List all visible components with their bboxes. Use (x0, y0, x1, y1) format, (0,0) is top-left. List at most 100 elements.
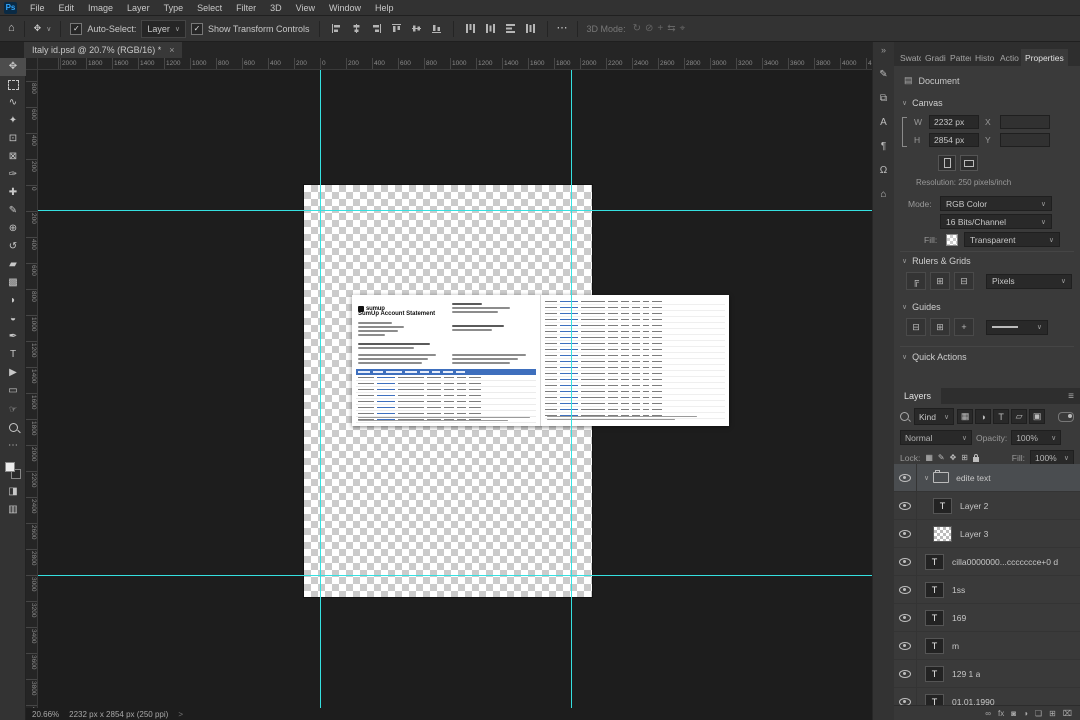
align-bottom-edges-icon[interactable] (431, 23, 442, 34)
filter-kind-dropdown[interactable]: Kind ∨ (914, 408, 955, 425)
edit-toolbar-icon[interactable]: ⋯ (0, 436, 26, 454)
guide-vertical[interactable] (571, 70, 572, 708)
layer-row[interactable]: ∨ 1ss (894, 576, 1080, 604)
layer-row[interactable]: ∨ edite text (894, 464, 1080, 492)
opacity-dropdown[interactable]: 100% ∨ (1011, 430, 1062, 445)
layer-visibility-toggle[interactable] (894, 604, 917, 631)
screen-mode-icon[interactable]: ▥ (0, 500, 26, 518)
glyphs-panel-icon[interactable]: Ω (875, 161, 893, 179)
layer-row[interactable]: ∨ 01.01.1990 (894, 688, 1080, 706)
move-tool-preset-icon[interactable]: ✥ (34, 24, 42, 33)
smart-objects-filter-icon[interactable]: ▣ (1029, 409, 1046, 424)
guide-vertical[interactable] (320, 70, 321, 708)
type-tool[interactable]: T (0, 346, 26, 364)
layer-name[interactable]: 129 1 a (952, 669, 980, 679)
tab-actions[interactable]: Actio (996, 49, 1021, 66)
character-panel-icon[interactable]: A (875, 113, 893, 131)
layer-row[interactable]: ∨ Layer 3 (894, 520, 1080, 548)
align-right-edges-icon[interactable] (371, 23, 382, 34)
eyedropper-tool[interactable]: ✑ (0, 166, 26, 184)
menu-item[interactable]: Filter (229, 3, 263, 13)
layer-thumbnail[interactable] (925, 637, 944, 654)
more-align-options-icon[interactable]: ⋯ (557, 23, 568, 34)
menu-item[interactable]: Image (81, 3, 120, 13)
layer-row[interactable]: ∨ 129 1 a (894, 660, 1080, 688)
marquee-tool[interactable] (0, 76, 26, 94)
layer-row[interactable]: ∨ Layer 2 (894, 492, 1080, 520)
lock-position-icon[interactable]: ✥ (950, 453, 957, 462)
healing-brush-tool[interactable]: ✚ (0, 184, 26, 202)
lock-all-icon[interactable] (973, 453, 979, 462)
layer-thumbnail[interactable] (925, 581, 944, 598)
layer-name[interactable]: cilla0000000...ccccccce+0 d (952, 557, 1058, 567)
distribute-top-edges-icon[interactable] (465, 23, 476, 34)
section-guides[interactable]: ∨ Guides (902, 302, 941, 312)
layer-thumbnail[interactable] (925, 665, 944, 682)
layer-visibility-toggle[interactable] (894, 632, 917, 659)
frame-tool[interactable]: ⊠ (0, 148, 26, 166)
menu-item[interactable]: 3D (263, 3, 289, 13)
distribute-bottom-edges-icon[interactable] (505, 23, 516, 34)
quick-selection-tool[interactable]: ✦ (0, 112, 26, 130)
guide-horizontal[interactable] (38, 575, 872, 576)
foreground-background-swatches[interactable] (0, 460, 26, 482)
tab-patterns[interactable]: Patter (946, 49, 971, 66)
layer-row[interactable]: ∨ m (894, 632, 1080, 660)
guide-style-dropdown[interactable]: ∨ (986, 319, 1048, 335)
document-tab[interactable]: Italy id.psd @ 20.7% (RGB/16) * × (24, 42, 183, 58)
dodge-tool[interactable]: ◒ (0, 310, 26, 328)
layer-visibility-toggle[interactable] (894, 688, 917, 706)
portrait-orientation-button[interactable] (938, 155, 956, 171)
layer-thumbnail[interactable] (925, 553, 944, 570)
clear-guides-icon[interactable]: + (954, 318, 974, 336)
canvas-viewport[interactable]: sumup SumUp Account Statement (38, 70, 872, 708)
tab-gradients[interactable]: Gradie (921, 49, 946, 66)
pixel-layers-filter-icon[interactable]: ▦ (957, 409, 974, 424)
adjustment-layer-icon[interactable]: ◑ (1023, 709, 1028, 718)
layer-visibility-toggle[interactable] (894, 492, 917, 519)
layer-row[interactable]: ∨ cilla0000000...ccccccce+0 d (894, 548, 1080, 576)
toggle-grid-icon[interactable]: ⊞ (930, 272, 950, 290)
section-quick-actions[interactable]: ∨ Quick Actions (902, 352, 967, 362)
blur-tool[interactable]: ◗ (0, 292, 26, 310)
filter-toggle[interactable] (1058, 411, 1074, 422)
brush-settings-icon[interactable]: ✎ (875, 65, 893, 83)
delete-layer-icon[interactable]: ⌧ (1063, 709, 1072, 718)
link-dimensions-icon[interactable] (902, 117, 907, 147)
canvas-fill-dropdown[interactable]: Transparent ∨ (964, 232, 1060, 247)
move-tool[interactable]: ✥ (0, 58, 26, 76)
new-guide-layout-icon[interactable]: ⊞ (930, 318, 950, 336)
toggle-snap-icon[interactable]: ⊟ (954, 272, 974, 290)
paragraph-panel-icon[interactable]: ¶ (875, 137, 893, 155)
pen-tool[interactable]: ✒ (0, 328, 26, 346)
toggle-guides-icon[interactable]: ⊟ (906, 318, 926, 336)
layer-thumbnail[interactable] (933, 525, 952, 542)
align-left-edges-icon[interactable] (331, 23, 342, 34)
bit-depth-dropdown[interactable]: 16 Bits/Channel ∨ (940, 214, 1052, 229)
menu-item[interactable]: Help (368, 3, 401, 13)
foreground-color-swatch[interactable] (5, 462, 15, 472)
crop-tool[interactable]: ⊡ (0, 130, 26, 148)
landscape-orientation-button[interactable] (960, 155, 978, 171)
group-expand-icon[interactable]: ∨ (924, 474, 929, 482)
tab-swatches[interactable]: Swatc (896, 49, 921, 66)
lasso-tool[interactable]: ∿ (0, 94, 26, 112)
layer-group-icon[interactable]: ❏ (1035, 709, 1042, 718)
menu-item[interactable]: Edit (52, 3, 82, 13)
zoom-level[interactable]: 20.66% (32, 710, 59, 719)
tab-layers[interactable]: Layers (894, 388, 942, 404)
color-mode-dropdown[interactable]: RGB Color ∨ (940, 196, 1052, 211)
tab-history[interactable]: Histo (971, 49, 996, 66)
align-horizontal-centers-icon[interactable] (351, 23, 362, 34)
ruler-units-dropdown[interactable]: Pixels ∨ (986, 273, 1072, 289)
gradient-tool[interactable]: ▩ (0, 274, 26, 292)
lock-artboard-icon[interactable]: ⊞ (961, 453, 968, 462)
layer-name[interactable]: edite text (956, 473, 991, 483)
brush-tool[interactable]: ✎ (0, 202, 26, 220)
distribute-horizontally-icon[interactable] (525, 23, 536, 34)
layer-name[interactable]: 1ss (952, 585, 965, 595)
canvas-width-field[interactable]: 2232 px (929, 115, 979, 129)
menu-item[interactable]: View (289, 3, 322, 13)
layer-visibility-toggle[interactable] (894, 464, 917, 491)
layer-visibility-toggle[interactable] (894, 660, 917, 687)
